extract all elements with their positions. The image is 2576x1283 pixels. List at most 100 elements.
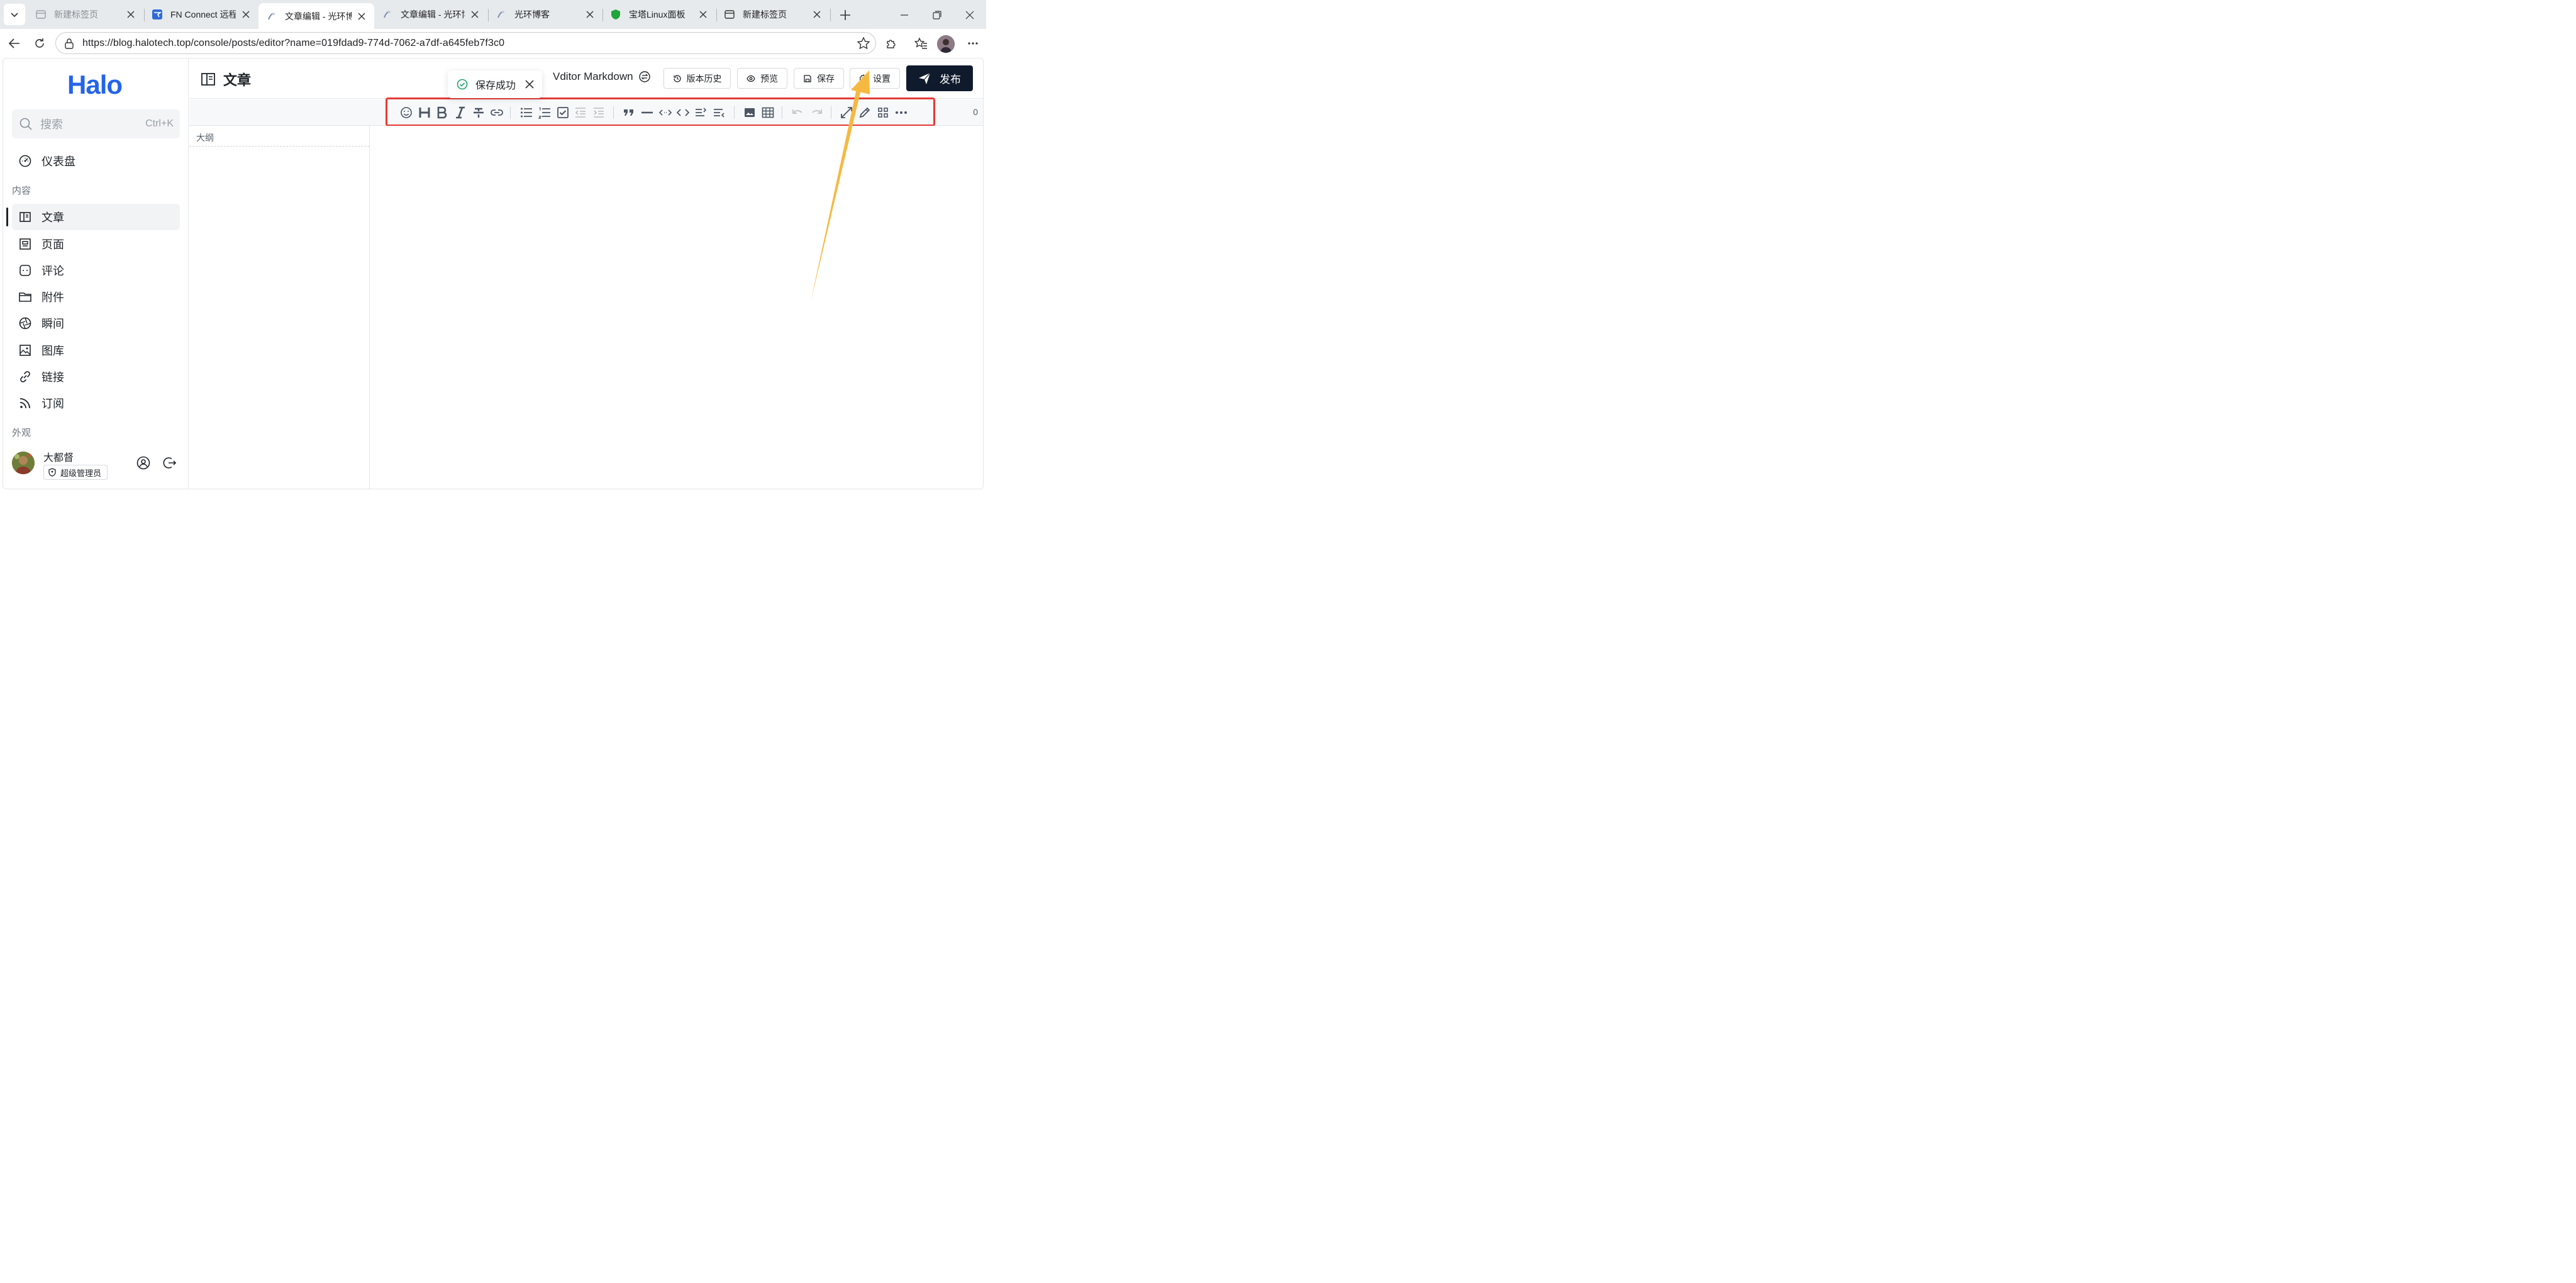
settings-button[interactable]: 设置 (850, 68, 900, 89)
gear-icon (859, 74, 868, 83)
bold-button[interactable] (435, 106, 449, 119)
undo-button[interactable] (791, 106, 805, 119)
sidebar-item-moments[interactable]: 瞬间 (12, 310, 180, 336)
close-tab-icon[interactable] (240, 8, 252, 21)
minimize-button[interactable] (896, 6, 913, 24)
halo-logo[interactable]: Halo (67, 70, 123, 100)
browser-tab[interactable]: 新建标签页 (716, 3, 830, 26)
close-tab-icon[interactable] (584, 8, 596, 21)
close-tab-icon[interactable] (355, 10, 368, 23)
save-success-toast: 保存成功 (448, 70, 542, 98)
heading-button[interactable] (418, 106, 431, 119)
save-label: 保存 (817, 73, 835, 84)
menu-group-content: 内容 (12, 186, 31, 196)
browser-tab[interactable]: 宝塔Linux面板 (602, 3, 716, 26)
browser-tab[interactable]: 文章编辑 - 光环博客 (374, 3, 487, 26)
preview-button[interactable]: 预览 (737, 68, 787, 89)
page-title: 文章 (201, 69, 251, 89)
browser-tab[interactable]: 光环博客 (488, 3, 602, 26)
plus-icon (840, 10, 850, 20)
close-tab-icon[interactable] (125, 8, 137, 21)
reload-button[interactable] (30, 34, 49, 53)
sidebar-item-subscriptions[interactable]: 订阅 (12, 390, 180, 416)
sidebar-item-posts[interactable]: 文章 (12, 204, 180, 230)
fullscreen-icon (841, 107, 852, 118)
puzzle-icon (887, 40, 896, 48)
browser-profile-avatar[interactable] (937, 35, 955, 53)
checklist-button[interactable] (556, 106, 570, 119)
publish-button[interactable]: 发布 (906, 65, 973, 91)
browser-tab[interactable]: 新建标签页 (28, 3, 143, 26)
avatar[interactable] (12, 452, 35, 474)
halo-console: Halo 搜索 Ctrl+K 仪表盘 内容 文章 页面 评论 附件 瞬间 图库 … (3, 58, 984, 489)
edit-mode-button[interactable] (858, 106, 872, 119)
new-tab-button[interactable] (836, 6, 854, 24)
favorites-icon (914, 37, 927, 49)
sidebar-item-gallery[interactable]: 图库 (12, 337, 180, 364)
browser-tab[interactable]: FN Connect 远程访问 (144, 3, 258, 26)
sidebar-item-label: 仪表盘 (42, 155, 75, 168)
url-text[interactable]: https://blog.halotech.top/console/posts/… (82, 38, 504, 49)
close-icon (965, 11, 974, 19)
tab-actions-menu-button[interactable] (4, 4, 25, 25)
sidebar-item-attachments[interactable]: 附件 (12, 284, 180, 310)
emoji-button[interactable] (399, 106, 413, 119)
extensions-button[interactable] (882, 34, 901, 53)
restore-button[interactable] (928, 6, 946, 24)
table-button[interactable] (761, 106, 775, 119)
insert-after-button[interactable] (694, 106, 708, 119)
user-profile-icon[interactable] (136, 455, 151, 470)
bold-icon (437, 106, 447, 119)
editor-selector[interactable]: Vditor Markdown (553, 70, 651, 83)
star-icon[interactable] (857, 36, 870, 50)
link-button[interactable] (490, 106, 504, 119)
close-tab-icon[interactable] (811, 8, 823, 21)
logout-icon[interactable] (162, 455, 177, 470)
baota-shield-icon (611, 9, 620, 19)
favorites-button[interactable] (911, 34, 930, 53)
browser-menu-button[interactable] (963, 34, 982, 53)
browser-tab-active[interactable]: 文章编辑 - 光环博客 (258, 3, 374, 29)
markdown-editor-area[interactable] (370, 126, 983, 489)
strikethrough-button[interactable] (472, 106, 486, 119)
sidebar-item-pages[interactable]: 页面 (12, 231, 180, 257)
indent-button[interactable] (592, 106, 606, 119)
tab-title: 新建标签页 (743, 9, 787, 19)
more-grid-button[interactable] (876, 106, 890, 119)
italic-button[interactable] (453, 106, 467, 119)
image-upload-button[interactable] (743, 106, 757, 119)
back-button[interactable] (5, 34, 24, 53)
fullscreen-button[interactable] (840, 106, 853, 119)
editor-header: 文章 Vditor Markdown 版本历史 预览 保存 设置 发布 (189, 58, 983, 99)
sidebar-item-dashboard[interactable]: 仪表盘 (12, 148, 180, 174)
ordered-list-button[interactable] (538, 106, 552, 119)
markdown-toolbar: 0 (189, 99, 983, 126)
comment-icon (19, 265, 31, 276)
version-history-button[interactable]: 版本历史 (663, 68, 731, 89)
close-tab-icon[interactable] (469, 8, 481, 21)
horizontal-rule-icon (641, 111, 653, 114)
code-block-button[interactable] (676, 106, 690, 119)
redo-button[interactable] (809, 106, 823, 119)
quote-button[interactable] (622, 106, 636, 119)
lock-icon[interactable] (64, 38, 75, 49)
bullet-list-button[interactable] (519, 106, 533, 119)
address-bar[interactable]: https://blog.halotech.top/console/posts/… (55, 32, 876, 54)
chevron-down-icon (11, 13, 18, 18)
insert-before-button[interactable] (713, 106, 726, 119)
horizontal-rule-button[interactable] (640, 106, 654, 119)
close-tab-icon[interactable] (697, 8, 709, 21)
sidebar-item-comments[interactable]: 评论 (12, 257, 180, 284)
inline-code-button[interactable] (658, 106, 672, 119)
close-window-button[interactable] (961, 6, 979, 24)
close-icon[interactable] (525, 79, 535, 89)
outdent-button[interactable] (574, 106, 587, 119)
search-input[interactable]: 搜索 Ctrl+K (12, 109, 180, 138)
history-icon (673, 74, 681, 82)
save-button[interactable]: 保存 (794, 68, 844, 89)
profile-avatar-icon (937, 35, 955, 53)
sidebar-item-label: 文章 (42, 211, 64, 224)
more-button[interactable] (894, 106, 908, 119)
more-dots-icon (896, 111, 907, 114)
sidebar-item-links[interactable]: 链接 (12, 364, 180, 390)
